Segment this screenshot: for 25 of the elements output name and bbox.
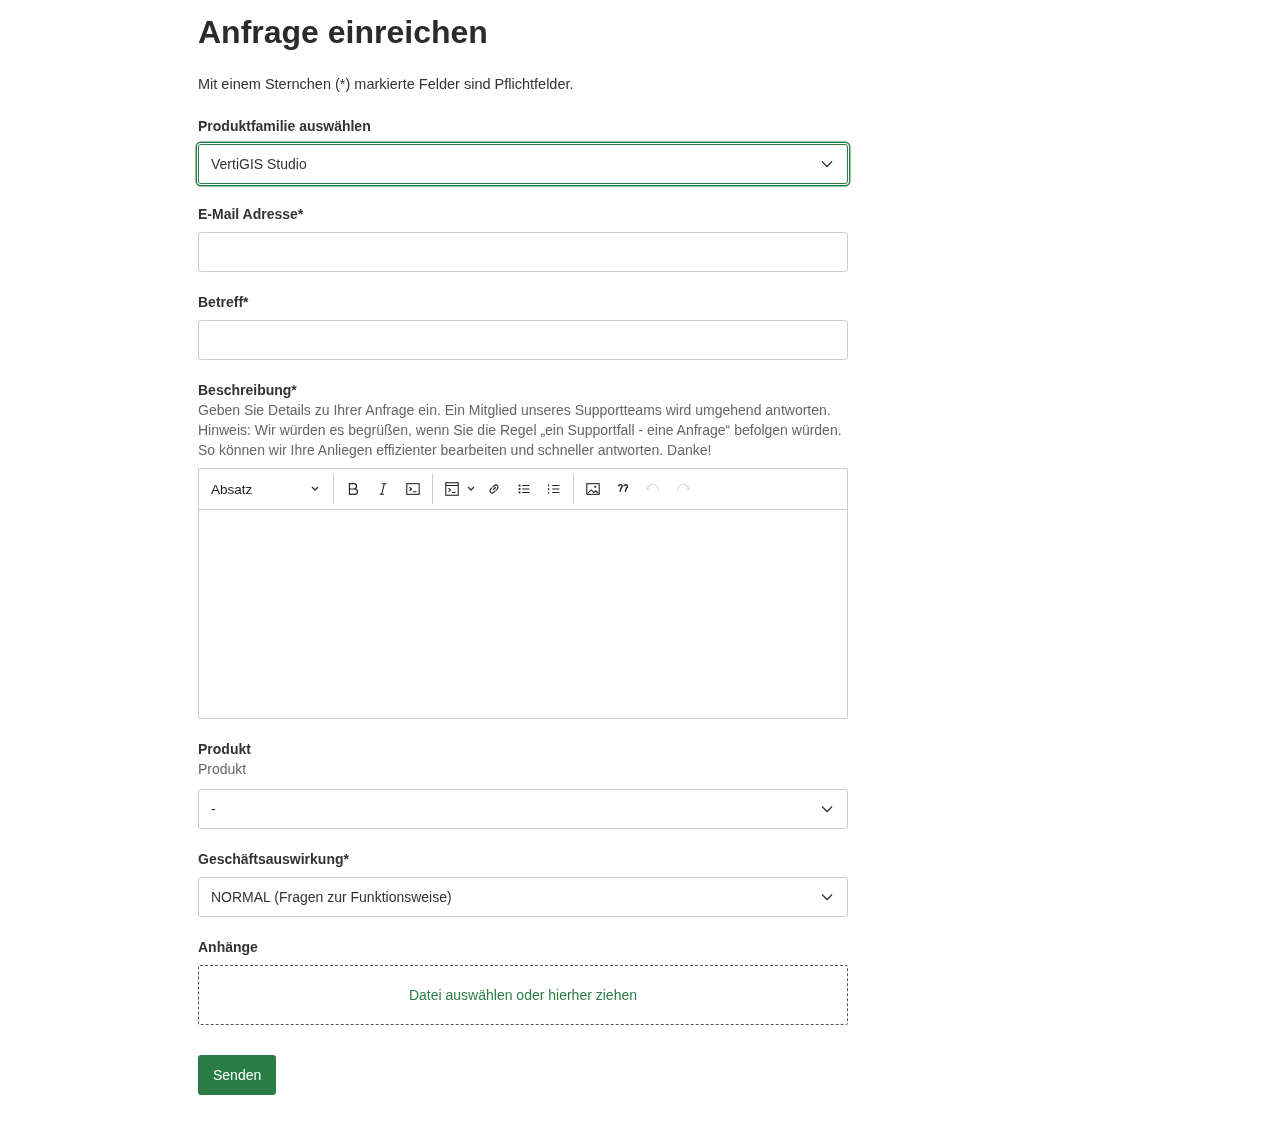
dropdown-field[interactable]: VertiGIS Studio [198,144,848,184]
input-field[interactable] [198,232,848,272]
paragraph-format-dropdown[interactable]: Absatz [203,473,329,505]
file-drop-zone[interactable]: Datei auswählen oder hierher ziehen [198,965,848,1025]
chevron-down-icon [821,805,833,813]
chevron-down-icon [311,486,319,492]
chevron-down-icon [821,160,833,168]
field-label: Produkt [198,740,252,759]
chevron-down-icon [467,486,475,492]
field-label: Anhänge [198,938,259,957]
field-hint: Geben Sie Details zu Ihrer Anfrage ein. Ein Mitglied unseres Supportteams wird umgehend antworten. Hinweis: Wir würden es begrüßen, wenn Sie die Regel „ein Supportfall - eine Anfrage“ befolgen würden. So können wir Ihre Anliegen effizienter bearbeiten und schneller antworten. Danke! [198,401,843,460]
field-hint: Produkt [198,760,248,779]
field-label: Produktfamilie auswählen [198,117,372,136]
required-fields-note: Mit einem Sternchen (*) markierte Felder sind Pflichtfelder. [198,76,575,92]
file-select-link[interactable]: Datei auswählen oder hierher ziehen [408,987,637,1003]
field-label: Betreff* [198,293,250,312]
field-label: Geschäftsauswirkung* [198,850,350,869]
dropdown-field[interactable]: NORMAL (Fragen zur Funktionsweise) [198,877,848,917]
submit-button[interactable]: Senden [198,1055,277,1095]
field-label: E-Mail Adresse* [198,205,305,224]
page-title: Anfrage einreichen [198,13,489,52]
chevron-down-icon [821,893,833,901]
input-field[interactable] [198,320,848,360]
field-label: Beschreibung* [198,381,298,400]
dropdown-field[interactable]: - [198,789,848,829]
